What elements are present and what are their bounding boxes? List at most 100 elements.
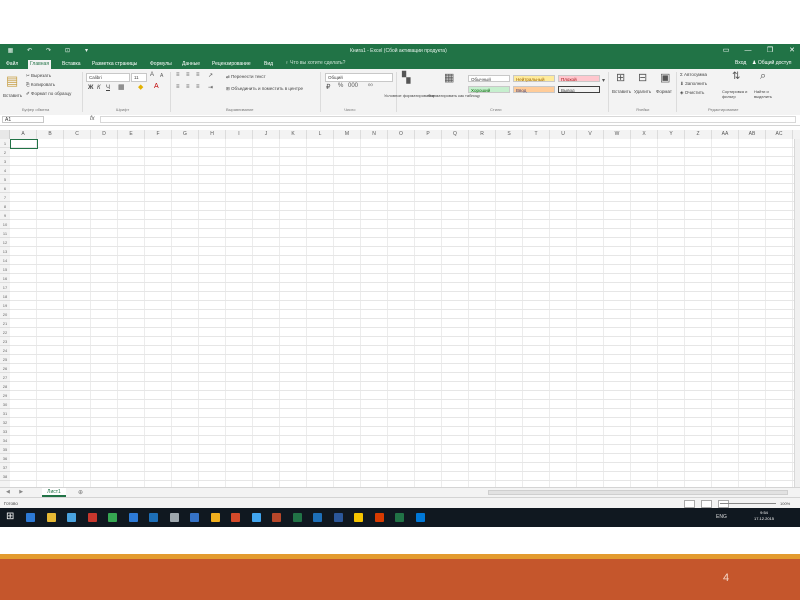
row-header[interactable]: 11 [0, 229, 10, 238]
select-all-corner[interactable] [0, 130, 10, 139]
style-neutral[interactable]: Нейтральный [513, 75, 555, 82]
autosum-button[interactable]: Σ Автосумма [680, 72, 707, 77]
fill-button[interactable]: ⬇ Заполнить [680, 81, 707, 87]
row-header[interactable]: 7 [0, 193, 10, 202]
row-header[interactable]: 15 [0, 265, 10, 274]
row-header[interactable]: 16 [0, 274, 10, 283]
taskbar-app-icon[interactable] [26, 513, 35, 522]
style-normal[interactable]: Обычный [468, 75, 510, 82]
align-top-icon[interactable]: ≡ [176, 72, 180, 78]
column-header[interactable]: J [253, 130, 280, 139]
row-header[interactable]: 24 [0, 346, 10, 355]
sign-in-link[interactable]: Вход [735, 60, 746, 66]
delete-cells-icon[interactable]: ⊟ [638, 71, 647, 84]
normal-view-icon[interactable] [684, 500, 695, 508]
tell-me-search[interactable]: ♀ Что вы хотите сделать? [285, 60, 345, 66]
row-header[interactable]: 26 [0, 364, 10, 373]
styles-scroll-icon[interactable]: ▾ [602, 77, 605, 84]
number-format-select[interactable]: Общий [325, 73, 393, 82]
style-input[interactable]: Ввод [513, 86, 555, 93]
row-header[interactable]: 34 [0, 436, 10, 445]
style-good[interactable]: Хороший [468, 86, 510, 93]
row-header[interactable]: 36 [0, 454, 10, 463]
column-header[interactable]: R [469, 130, 496, 139]
column-header[interactable]: AB [739, 130, 766, 139]
taskbar-app-icon[interactable] [251, 513, 261, 522]
tab-review[interactable]: Рецензирование [210, 60, 253, 68]
row-header[interactable]: 35 [0, 445, 10, 454]
taskbar-app-icon[interactable] [87, 513, 97, 522]
row-header[interactable]: 22 [0, 328, 10, 337]
paste-icon[interactable]: ▤ [6, 73, 18, 89]
format-cells-icon[interactable]: ▣ [660, 71, 670, 84]
currency-icon[interactable]: ₽ [326, 83, 330, 91]
customize-qa-icon[interactable]: ▾ [82, 47, 91, 55]
row-header[interactable]: 18 [0, 292, 10, 301]
column-header[interactable]: A [10, 130, 37, 139]
conditional-formatting-icon[interactable]: ▚ [402, 71, 410, 84]
row-header[interactable]: 19 [0, 301, 10, 310]
taskbar-app-icon[interactable] [190, 513, 199, 522]
italic-button[interactable]: К [97, 85, 101, 91]
row-header[interactable]: 33 [0, 427, 10, 436]
column-header[interactable]: S [496, 130, 523, 139]
column-header[interactable]: Y [658, 130, 685, 139]
cut-button[interactable]: ✂ Вырезать [26, 73, 51, 79]
row-header[interactable]: 5 [0, 175, 10, 184]
delete-cells-button[interactable]: Удалить [634, 89, 651, 94]
column-header[interactable]: D [91, 130, 118, 139]
taskbar-app-icon[interactable] [415, 513, 425, 522]
add-sheet-icon[interactable]: ⊕ [78, 489, 83, 496]
align-middle-icon[interactable]: ≡ [186, 72, 190, 78]
taskbar-app-icon[interactable] [333, 513, 343, 522]
tab-insert[interactable]: Вставка [60, 60, 83, 68]
column-header[interactable]: AC [766, 130, 793, 139]
sheet-tab[interactable]: Лист1 [42, 488, 66, 497]
row-header[interactable]: 25 [0, 355, 10, 364]
close-icon[interactable]: ✕ [788, 46, 796, 56]
copy-button[interactable]: ⎘ Копировать [26, 82, 55, 87]
row-header[interactable]: 4 [0, 166, 10, 175]
taskbar-clock[interactable]: 9:54 17.12.2015 [754, 510, 774, 522]
row-header[interactable]: 28 [0, 382, 10, 391]
zoom-slider[interactable] [720, 503, 776, 504]
align-center-icon[interactable]: ≡ [186, 84, 190, 90]
column-header[interactable]: H [199, 130, 226, 139]
row-header[interactable]: 8 [0, 202, 10, 211]
taskbar-app-icon[interactable] [231, 513, 240, 522]
insert-function-button[interactable]: fx [90, 116, 95, 122]
formula-input[interactable] [100, 116, 796, 123]
ribbon-display-icon[interactable]: ▭ [722, 46, 730, 56]
taskbar-app-icon[interactable] [46, 513, 56, 522]
row-header[interactable]: 38 [0, 472, 10, 481]
tab-file[interactable]: Файл [4, 60, 20, 68]
align-left-icon[interactable]: ≡ [176, 84, 180, 90]
sheet-nav-arrows[interactable]: ◀ ▶ [6, 489, 27, 495]
insert-cells-icon[interactable]: ⊞ [616, 71, 625, 84]
row-header[interactable]: 29 [0, 391, 10, 400]
row-header[interactable]: 12 [0, 238, 10, 247]
undo-icon[interactable]: ↶ [25, 47, 34, 55]
align-bottom-icon[interactable]: ≡ [196, 72, 200, 78]
column-header[interactable]: G [172, 130, 199, 139]
active-cell[interactable] [10, 139, 38, 149]
cell-grid[interactable] [10, 139, 796, 487]
merge-center-button[interactable]: ⊞ Объединить и поместить в центре [226, 86, 303, 92]
row-header[interactable]: 30 [0, 400, 10, 409]
sort-filter-button[interactable]: Сортировка и фильтр [722, 89, 750, 99]
borders-icon[interactable]: ▦ [118, 83, 125, 91]
page-layout-view-icon[interactable] [701, 500, 712, 508]
shrink-font-icon[interactable]: A [160, 73, 163, 79]
find-select-icon[interactable]: ⌕ [760, 70, 766, 83]
taskbar-app-icon[interactable] [210, 513, 220, 522]
column-header[interactable]: T [523, 130, 550, 139]
font-size-select[interactable]: 11 [131, 73, 147, 82]
row-header[interactable]: 2 [0, 148, 10, 157]
grow-font-icon[interactable]: A [150, 72, 154, 78]
format-painter-button[interactable]: ✐ Формат по образцу [26, 91, 71, 97]
font-name-select[interactable]: Calibri [86, 73, 130, 82]
taskbar-app-icon[interactable] [292, 513, 302, 522]
row-header[interactable]: 14 [0, 256, 10, 265]
column-header[interactable]: P [415, 130, 442, 139]
row-header[interactable]: 21 [0, 319, 10, 328]
